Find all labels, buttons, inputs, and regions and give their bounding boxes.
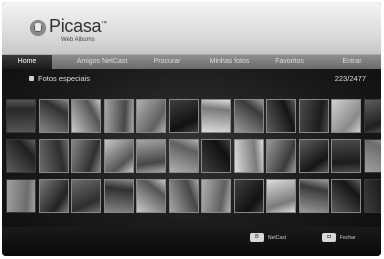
picasa-screen: Picasa™ Web Albums Home Amigos NetCast P… [2, 2, 381, 256]
photo-thumbnail[interactable] [136, 139, 166, 173]
close-hint[interactable]: ◘ Fechar [322, 233, 356, 243]
tab-minhas-fotos[interactable]: Minhas fotos [202, 55, 257, 69]
photo-thumbnail[interactable] [38, 179, 69, 213]
photo-thumbnail[interactable] [363, 99, 381, 133]
photo-thumbnail[interactable] [363, 139, 381, 173]
photo-thumbnail[interactable] [331, 139, 361, 173]
photo-thumbnail[interactable] [168, 179, 199, 213]
netcast-hint[interactable]: B NetCast [250, 233, 286, 243]
photo-thumbnail[interactable] [71, 139, 101, 173]
photo-thumbnail[interactable] [298, 179, 329, 213]
photo-thumbnail[interactable] [168, 139, 199, 173]
tab-favoritos[interactable]: Favoritos [267, 55, 312, 69]
photo-thumbnail[interactable] [331, 179, 361, 213]
photo-thumbnail[interactable] [266, 179, 296, 213]
back-button-icon: ◘ [322, 233, 336, 242]
photo-thumbnail[interactable] [71, 99, 101, 133]
photo-thumbnail[interactable] [298, 99, 329, 133]
photo-thumbnail[interactable] [233, 99, 264, 133]
photo-thumbnail[interactable] [6, 139, 36, 173]
photo-thumbnail[interactable] [233, 139, 264, 173]
photo-thumbnail[interactable] [71, 179, 101, 213]
photo-thumbnail[interactable] [266, 99, 296, 133]
picasa-logo: Picasa™ Web Albums [30, 14, 150, 50]
picasa-logo-icon [30, 20, 46, 36]
photo-thumbnail[interactable] [38, 139, 69, 173]
photo-thumbnail[interactable] [201, 179, 231, 213]
b-button-icon: B [250, 233, 264, 242]
logo-subtitle: Web Albums [61, 37, 95, 43]
photo-thumbnail[interactable] [103, 139, 134, 173]
photo-thumbnail[interactable] [103, 99, 134, 133]
section-title: Fotos especiais [38, 74, 91, 83]
photo-thumbnail[interactable] [233, 179, 264, 213]
tab-amigos-netcast[interactable]: Amigos NetCast [72, 55, 132, 69]
tab-entrar[interactable]: Entrar [332, 55, 372, 69]
photo-thumbnail[interactable] [266, 139, 296, 173]
photo-thumbnail[interactable] [6, 99, 36, 133]
photo-thumbnail[interactable] [201, 139, 231, 173]
netcast-label: NetCast [268, 235, 287, 241]
header: Picasa™ Web Albums [2, 2, 381, 54]
tab-bar: Home Amigos NetCast Procurar Minhas foto… [2, 54, 381, 70]
photo-thumbnail[interactable] [201, 99, 231, 133]
photo-thumbnail[interactable] [136, 179, 166, 213]
tab-home[interactable]: Home [2, 55, 52, 69]
photo-thumbnail[interactable] [363, 179, 381, 213]
photo-thumbnail[interactable] [103, 179, 134, 213]
photo-thumbnail[interactable] [298, 139, 329, 173]
logo-name: Picasa™ [49, 16, 107, 36]
section-bullet-icon [29, 76, 34, 81]
photo-grid [6, 99, 381, 217]
close-label: Fechar [340, 235, 356, 241]
photo-thumbnail[interactable] [331, 99, 361, 133]
photo-thumbnail[interactable] [136, 99, 166, 133]
photo-thumbnail[interactable] [6, 179, 36, 213]
tab-procurar[interactable]: Procurar [142, 55, 192, 69]
photo-thumbnail[interactable] [38, 99, 69, 133]
photo-thumbnail[interactable] [168, 99, 199, 133]
photo-counter: 223/2477 [334, 74, 366, 83]
footer-bar: B NetCast ◘ Fechar [2, 227, 381, 256]
